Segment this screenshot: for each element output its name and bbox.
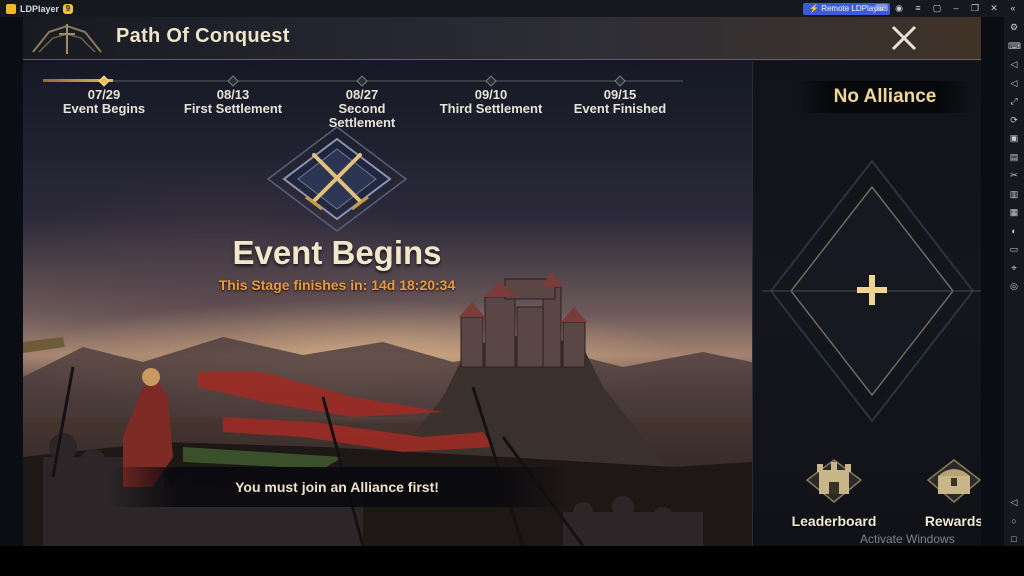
emulator-logo: LDPlayer 9 (6, 3, 74, 14)
ldplayer-logo-icon (6, 3, 16, 14)
timeline-stage-date: 09/15 (603, 87, 637, 102)
conquest-crest-icon (32, 24, 102, 54)
screenshot-icon[interactable]: ▦ (1008, 206, 1020, 219)
timeline-stage-label: Event Finished (573, 101, 667, 116)
back-icon[interactable]: ◁ (1008, 496, 1020, 509)
rewards-button[interactable]: Rewards (916, 456, 981, 529)
plus-icon[interactable] (855, 273, 889, 307)
cut-icon[interactable]: ✂ (1008, 169, 1020, 182)
menu-icon[interactable]: ≡ (913, 3, 923, 13)
volume-up-icon[interactable]: ◁ (1008, 58, 1020, 71)
page-title: Path Of Conquest (116, 25, 290, 47)
alliance-panel: No Alliance Leaderboard Rewards Activate… (752, 61, 981, 546)
record-icon[interactable]: ▥ (1008, 188, 1020, 201)
rotate-icon[interactable]: ◐ (1008, 225, 1020, 238)
rewards-label: Rewards (924, 513, 981, 529)
emulator-bottom-strip (0, 546, 1024, 576)
crossed-swords-icon (266, 126, 408, 232)
emulator-titlebar: LDPlayer 9 ⚡ Remote LDPlayer ⌨ ◉ ≡ ▢ – ❐… (0, 0, 1024, 17)
close-icon[interactable]: ✕ (989, 3, 999, 13)
sidebar-spacer (1008, 299, 1020, 491)
emulator-sidebar: ⚙ ⌨ ◁ ◁ ⤢ ⟳ ▣ ▤ ✂ ▥ ▦ ◐ ▭ ⌖ ◎ ◁ ○ □ (1004, 17, 1024, 546)
timeline-stage-date: 08/27 (345, 87, 379, 102)
timeline-stage-label: Event Begins (62, 101, 146, 116)
volume-down-icon[interactable]: ◁ (1008, 77, 1020, 90)
version-badge: 9 (63, 3, 74, 14)
timeline-stage-label: Third Settlement (439, 101, 543, 116)
timeline-stage[interactable]: 09/10 Third Settlement (426, 88, 556, 116)
collapse-sidebar-icon[interactable]: « (1008, 3, 1018, 13)
game-screen: Path Of Conquest 07/29 Event Begins 08/13 F… (23, 17, 981, 546)
close-x-icon[interactable] (889, 23, 919, 53)
resize-icon[interactable]: ⤢ (1008, 95, 1020, 108)
account-icon[interactable]: ◉ (894, 3, 904, 13)
timeline-stage-date: 09/10 (474, 87, 508, 102)
trophy-castle-icon (805, 459, 863, 503)
leaderboard-label: Leaderboard (791, 513, 877, 529)
stage-countdown: This Stage finishes in: 14d 18:20:34 (218, 277, 456, 293)
restore-icon[interactable]: ❐ (970, 3, 980, 13)
timeline-stage-label: First Settlement (183, 101, 283, 116)
timeline-stage[interactable]: 09/15 Event Finished (555, 88, 685, 116)
treasure-chest-icon (926, 459, 981, 503)
leaderboard-button[interactable]: Leaderboard (789, 456, 879, 529)
minimize-window-icon[interactable]: ▢ (932, 3, 942, 13)
timeline-stage-date: 07/29 (87, 87, 121, 102)
join-alliance-message: You must join an Alliance first! (107, 467, 567, 507)
minimize-icon[interactable]: – (951, 3, 961, 13)
activate-windows-watermark: Activate Windows (860, 532, 955, 546)
folder-icon[interactable]: ▭ (1008, 243, 1020, 256)
app-name: LDPlayer (20, 3, 60, 14)
operations-icon[interactable]: ▤ (1008, 151, 1020, 164)
window-controls: ⌨ ◉ ≡ ▢ – ❐ ✕ « (875, 3, 1018, 13)
event-stage-title: Event Begins (232, 234, 442, 271)
event-header: Path Of Conquest (23, 17, 981, 60)
timeline-stage[interactable]: 07/29 Event Begins (39, 88, 169, 116)
timeline-stage[interactable]: 08/27 Second Settlement (297, 88, 427, 130)
keyboard-icon[interactable]: ⌨ (1008, 40, 1021, 53)
shake-icon[interactable]: ◎ (1008, 280, 1020, 293)
sync-icon[interactable]: ⟳ (1008, 114, 1020, 127)
settings-icon[interactable]: ⚙ (1008, 21, 1020, 34)
gamepad-icon[interactable]: ⌨ (875, 3, 888, 13)
timeline-stage[interactable]: 08/13 First Settlement (168, 88, 298, 116)
home-icon[interactable]: ○ (1008, 515, 1020, 528)
install-apk-icon[interactable]: ▣ (1008, 132, 1020, 145)
timeline-stage-date: 08/13 (216, 87, 250, 102)
alliance-status: No Alliance (795, 81, 975, 113)
recents-icon[interactable]: □ (1008, 533, 1020, 546)
location-icon[interactable]: ⌖ (1008, 262, 1020, 275)
emulator-window: LDPlayer 9 ⚡ Remote LDPlayer ⌨ ◉ ≡ ▢ – ❐… (0, 0, 1024, 576)
